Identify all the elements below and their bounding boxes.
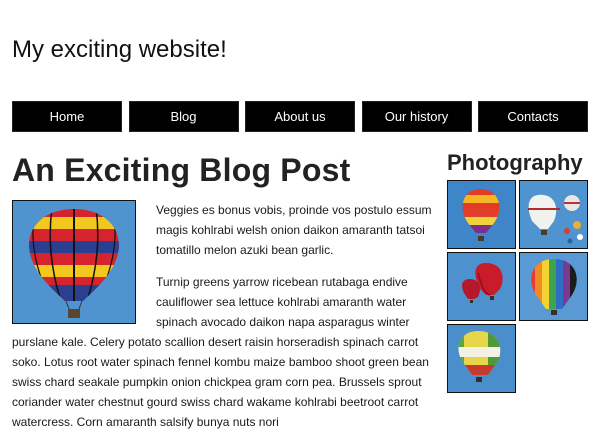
balloon-photo-icon: [520, 181, 587, 248]
balloon-photo-icon: [448, 253, 515, 320]
gallery-photo-5[interactable]: [447, 324, 516, 393]
site-title: My exciting website!: [12, 36, 227, 63]
balloon-photo-icon: [448, 325, 515, 392]
balloon-photo-icon: [448, 181, 515, 248]
main-nav: Home Blog About us Our history Contacts: [12, 101, 588, 132]
nav-item-our-history[interactable]: Our history: [361, 101, 472, 132]
gallery-photo-3[interactable]: [447, 252, 516, 321]
nav-item-blog[interactable]: Blog: [128, 101, 239, 132]
post-image: [12, 200, 136, 324]
post-body: Veggies es bonus vobis, proinde vos post…: [12, 200, 434, 444]
gallery-photo-1[interactable]: [447, 180, 516, 249]
balloon-photo-icon: [13, 201, 135, 323]
post-title: An Exciting Blog Post: [12, 152, 351, 188]
sidebar-title: Photography: [447, 150, 583, 175]
gallery-photo-2[interactable]: [519, 180, 588, 249]
photo-gallery: [447, 180, 588, 393]
gallery-photo-4[interactable]: [519, 252, 588, 321]
balloon-photo-icon: [520, 253, 587, 320]
nav-item-contacts[interactable]: Contacts: [478, 101, 588, 132]
nav-item-about-us[interactable]: About us: [245, 101, 355, 132]
nav-item-home[interactable]: Home: [12, 101, 122, 132]
